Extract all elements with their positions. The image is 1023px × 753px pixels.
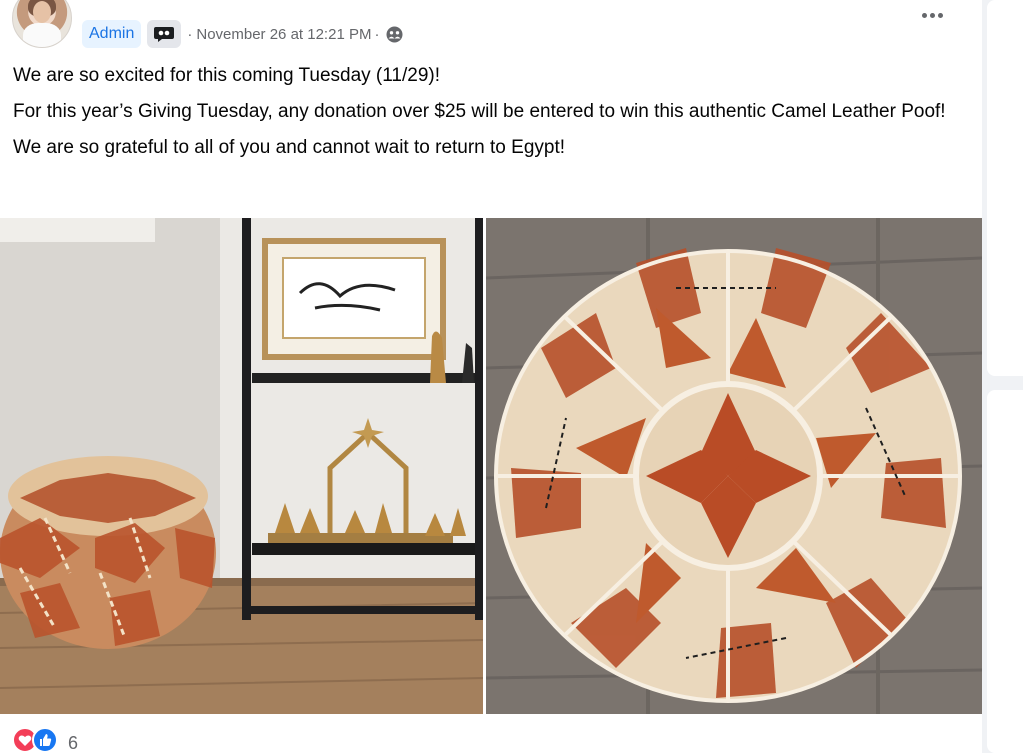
reaction-count[interactable]: 6 <box>68 725 78 753</box>
reaction-summary[interactable]: 6 <box>12 727 78 753</box>
meta-separator: · <box>187 25 193 43</box>
admin-badge[interactable]: Admin <box>82 20 142 48</box>
post-meta: Admin · November 26 at 12:21 PM · <box>82 19 403 49</box>
post-paragraph: We are so excited for this coming Tuesda… <box>13 65 440 86</box>
group-members-icon <box>386 26 403 43</box>
chat-badge-icon[interactable] <box>147 20 182 48</box>
rail-card <box>987 390 1023 753</box>
post-photo-2[interactable] <box>486 218 982 714</box>
meta-separator-2: · <box>374 25 380 43</box>
post-paragraph: We are so grateful to all of you and can… <box>13 137 566 158</box>
post-card: Admin · November 26 at 12:21 PM · We are… <box>0 0 982 753</box>
post-paragraph: For this year’s Giving Tuesday, any dona… <box>13 101 946 122</box>
like-reaction-icon <box>32 727 58 753</box>
post-photo-1[interactable] <box>0 218 483 714</box>
right-rail <box>982 0 1023 753</box>
post-body: We are so excited for this coming Tuesda… <box>13 62 963 170</box>
rail-card <box>987 0 1023 376</box>
author-avatar[interactable] <box>12 0 72 48</box>
post-timestamp[interactable]: November 26 at 12:21 PM <box>196 26 371 43</box>
more-options-icon[interactable] <box>918 4 946 26</box>
